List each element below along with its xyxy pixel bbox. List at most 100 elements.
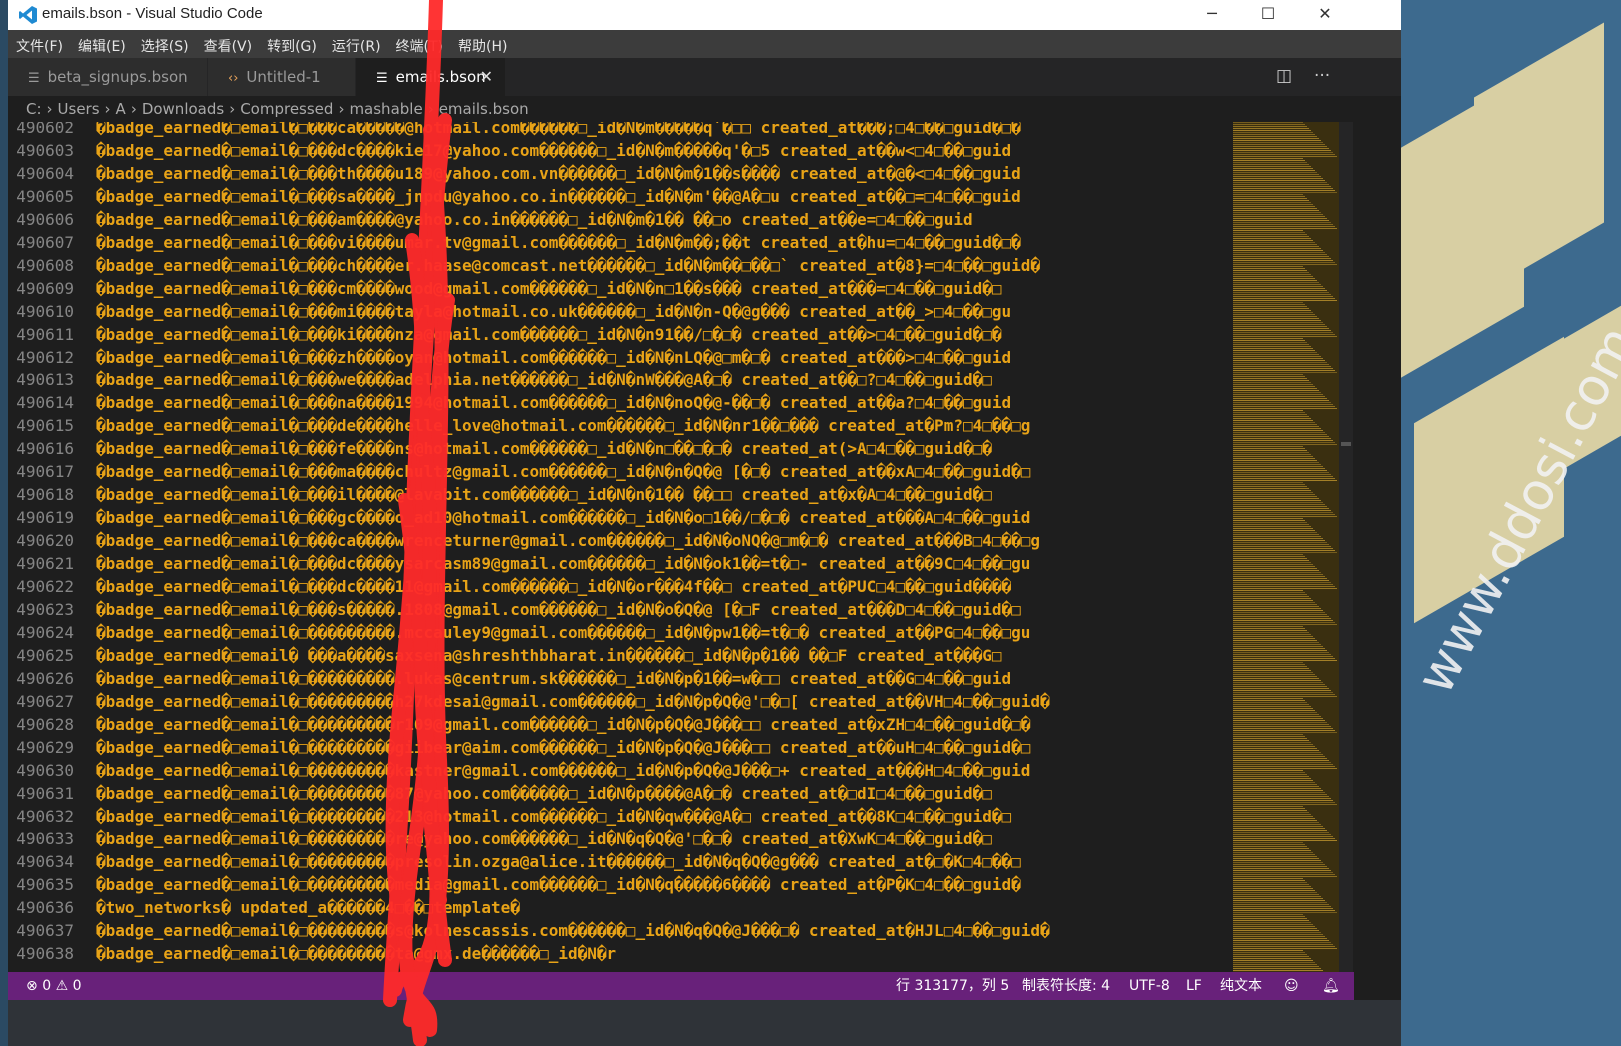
code-line[interactable]: 490621 �badge_earned�□email�□���dc����ysa… [8, 552, 1222, 575]
code-line[interactable]: 490625 �badge_earned�□email� ���a����saxs… [8, 644, 1222, 667]
minimap-line [1233, 858, 1319, 859]
menu-view[interactable]: 查看(V) [196, 30, 260, 56]
desktop-strip [0, 0, 8, 1046]
code-line[interactable]: 490607 �badge_earned�□email�□���vi����uma… [8, 231, 1222, 254]
code-line[interactable]: 490634 �badge_earned�□email�□���������pre… [8, 850, 1222, 873]
code-line[interactable]: 490605 �badge_earned�□email�□���sa����_jn… [8, 185, 1222, 208]
minimap-line [1233, 226, 1335, 227]
minimap-line [1233, 546, 1331, 547]
tab-beta-signups[interactable]: ☰ beta_signups.bson [8, 58, 208, 96]
minimap-line [1233, 442, 1335, 443]
code-line[interactable]: 490629 �badge_earned�□email�□���������gii… [8, 736, 1222, 759]
line-text: �badge_earned�□email�□���������re@yahoo.… [96, 829, 992, 849]
tab-size[interactable]: 制表符长度: 4 [1022, 972, 1110, 1000]
breadcrumb-item[interactable]: Compressed [240, 100, 333, 118]
problems-indicator[interactable]: ⊗ 0 ⚠ 0 [26, 972, 82, 1000]
breadcrumb-item[interactable]: C: [26, 100, 42, 118]
language-mode[interactable]: 纯文本 [1220, 972, 1262, 1000]
minimap-line [1233, 170, 1315, 171]
minimap-line [1233, 284, 1321, 285]
end-of-line[interactable]: LF [1186, 972, 1202, 1000]
breadcrumb-item[interactable]: Users [58, 100, 100, 118]
minimap-line [1233, 508, 1329, 509]
menu-selection[interactable]: 选择(S) [133, 30, 196, 56]
code-editor[interactable]: 490602 �badge_earned�□email�□���ca�����@h… [8, 122, 1222, 972]
code-line[interactable]: 490624 �badge_earned�□email�□���������.mc… [8, 621, 1222, 644]
breadcrumb-item[interactable]: Downloads [142, 100, 224, 118]
minimap[interactable] [1233, 122, 1339, 972]
bell-icon[interactable]: 🔔︎ [1322, 972, 1340, 1000]
code-line[interactable]: 490630 �badge_earned�□email�□���������kas… [8, 759, 1222, 782]
code-line[interactable]: 490612 �badge_earned�□email�□���zh����oya… [8, 346, 1222, 369]
menu-run[interactable]: 运行(R) [324, 30, 388, 56]
code-line[interactable]: 490619 �badge_earned�□email�□���gc����o_a… [8, 506, 1222, 529]
vertical-scrollbar[interactable] [1339, 122, 1353, 972]
minimap-line [1233, 934, 1323, 935]
code-line[interactable]: 490627 �badge_earned�□email�□���������h27… [8, 690, 1222, 713]
menu-goto[interactable]: 转到(G) [259, 30, 324, 56]
code-line[interactable]: 490616 �badge_earned�□email�□���fe����ns@… [8, 437, 1222, 460]
code-line[interactable]: 490606 �badge_earned�□email�□���am����@ya… [8, 208, 1222, 231]
code-line[interactable]: 490604 �badge_earned�□email�□���th����u18… [8, 162, 1222, 185]
minimap-line [1233, 772, 1305, 773]
minimap-line [1233, 888, 1313, 889]
menu-file[interactable]: 文件(F) [8, 30, 70, 56]
code-line[interactable]: 490615 �badge_earned�□email�□���de����hel… [8, 414, 1222, 437]
code-line[interactable]: 490614 �badge_earned�□email�□���na����199… [8, 391, 1222, 414]
minimap-line [1233, 134, 1315, 135]
code-line[interactable]: 490602 �badge_earned�□email�□���ca�����@h… [8, 122, 1222, 139]
minimap-line [1233, 220, 1329, 221]
code-line[interactable]: 490610 �badge_earned�□email�□���mi����tay… [8, 300, 1222, 323]
code-line[interactable]: 490613 �badge_earned�□email�□���we����ade… [8, 368, 1222, 391]
minimap-line [1233, 710, 1315, 711]
code-line[interactable]: 490638 �badge_earned�□email�□���������ta@… [8, 942, 1222, 965]
code-line[interactable]: 490635 �badge_earned�□email�□���������med… [8, 873, 1222, 896]
maximize-button[interactable]: ☐ [1240, 0, 1296, 30]
breadcrumb-item[interactable]: A [116, 100, 126, 118]
breadcrumb-item[interactable]: emails.bson [439, 100, 529, 118]
minimap-line [1233, 152, 1333, 153]
minimap-line [1233, 286, 1323, 287]
code-line[interactable]: 490603 �badge_earned�□email�□���dc����kie… [8, 139, 1222, 162]
code-line[interactable]: 490631 �badge_earned�□email�□���������87@… [8, 782, 1222, 805]
code-line[interactable]: 490623 �badge_earned�□email�□���s�����.18… [8, 598, 1222, 621]
code-line[interactable]: 490637 �badge_earned�□email�□���������s@k… [8, 919, 1222, 942]
minimize-button[interactable]: ─ [1184, 0, 1240, 30]
menu-help[interactable]: 帮助(H) [450, 30, 514, 56]
code-line[interactable]: 490622 �badge_earned�□email�□���dc����11@… [8, 575, 1222, 598]
code-line[interactable]: 490609 �badge_earned�□email�□���cm����woo… [8, 277, 1222, 300]
more-actions-icon[interactable]: ··· [1314, 66, 1330, 86]
encoding[interactable]: UTF-8 [1129, 972, 1170, 1000]
code-line[interactable]: 490636 �two_networks� updated_a������4□��… [8, 896, 1222, 919]
minimap-line [1233, 744, 1313, 745]
code-line[interactable]: 490632 �badge_earned�□email�□���������213… [8, 805, 1222, 828]
close-button[interactable]: ✕ [1297, 0, 1353, 30]
code-line[interactable]: 490626 �badge_earned�□email�□���������.lu… [8, 667, 1222, 690]
breadcrumb-item[interactable]: mashable [349, 100, 422, 118]
cursor-position[interactable]: 行 313177，列 5 [896, 972, 1009, 1000]
code-line[interactable]: 490608 �badge_earned�□email�□���ch����er.… [8, 254, 1222, 277]
code-line[interactable]: 490617 �badge_earned�□email�□���ma����chu… [8, 460, 1222, 483]
tab-emails[interactable]: ☰ emails.bson ✕ [356, 58, 506, 96]
line-text: �badge_earned�□email�□���������.lukas@ce… [96, 668, 1012, 688]
close-tab-icon[interactable]: ✕ [480, 58, 493, 96]
menu-terminal[interactable]: 终端(T) [388, 30, 450, 56]
code-line[interactable]: 490620 �badge_earned�□email�□���ca����wre… [8, 529, 1222, 552]
minimap-line [1233, 210, 1319, 211]
chevron-right-icon: › [229, 100, 236, 118]
minimap-line [1233, 628, 1305, 629]
tab-untitled[interactable]: ‹› Untitled-1 [208, 58, 356, 96]
code-line[interactable]: 490618 �badge_earned�□email�□���il����@la… [8, 483, 1222, 506]
minimap-line [1233, 602, 1315, 603]
menu-edit[interactable]: 编辑(E) [70, 30, 133, 56]
code-line[interactable]: 490611 �badge_earned�□email�□���ki����nza… [8, 323, 1222, 346]
line-text: �badge_earned�□email�□���am����@yahoo.co… [96, 209, 973, 229]
code-line[interactable]: 490628 �badge_earned�□email�□���������r10… [8, 713, 1222, 736]
minimap-line [1233, 384, 1313, 385]
minimap-line [1233, 148, 1329, 149]
split-editor-icon[interactable]: ◫ [1276, 66, 1292, 86]
wallpaper-shape [1474, 22, 1604, 298]
feedback-icon[interactable]: ☺ [1284, 972, 1299, 1000]
code-line[interactable]: 490633 �badge_earned�□email�□���������re@… [8, 827, 1222, 850]
scrollbar-thumb[interactable] [1341, 442, 1351, 446]
